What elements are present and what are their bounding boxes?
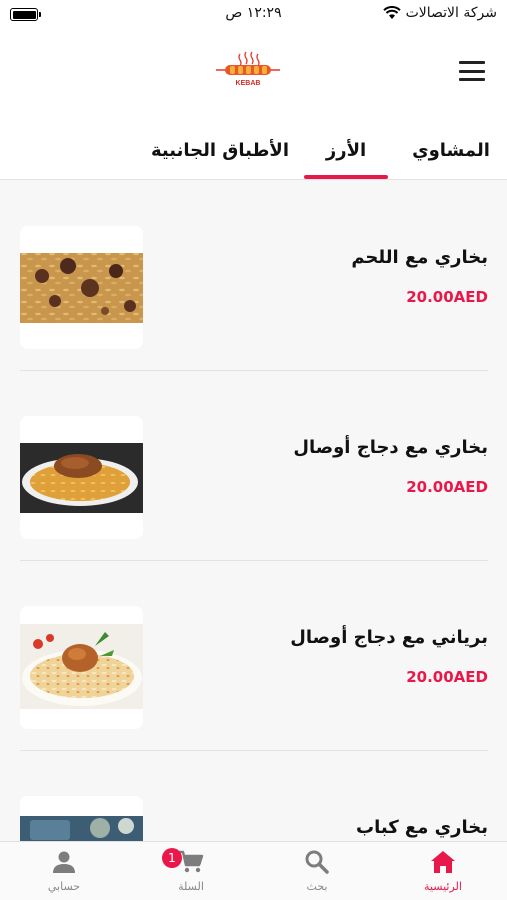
item-name: بخاري مع دجاج أوصال	[293, 437, 488, 458]
nav-cart-label: السلة	[178, 880, 204, 893]
search-icon	[305, 850, 329, 874]
item-price: 20.00AED	[406, 288, 488, 306]
status-bar: شركة الاتصالات ١٢:٢٩ ص	[0, 0, 507, 30]
list-item[interactable]: بخاري مع اللحم 20.00AED	[20, 181, 488, 371]
tab-grills[interactable]: المشاوي	[411, 140, 491, 161]
kebab-logo: KEBAB	[213, 50, 283, 90]
menu-items-list[interactable]: بخاري مع اللحم 20.00AED بخاري مع دجاج أو…	[0, 181, 507, 841]
item-name: برياني مع دجاج أوصال	[290, 627, 488, 648]
item-image	[20, 416, 143, 539]
nav-account-label: حسابي	[47, 880, 81, 893]
list-item[interactable]: بخاري مع دجاج أوصال 20.00AED	[20, 371, 488, 561]
cart-icon	[179, 850, 204, 873]
logo-text: KEBAB	[236, 80, 261, 87]
nav-search-label: بحث	[306, 880, 328, 893]
item-image	[20, 226, 143, 349]
menu-button[interactable]	[459, 61, 485, 81]
list-item[interactable]: بخاري مع كباب	[20, 751, 488, 841]
status-time: ١٢:٢٩ ص	[225, 5, 282, 21]
category-tabs: المشاوي الأرز الأطباق الجانبية	[0, 115, 507, 180]
nav-home[interactable]: الرئيسية	[398, 848, 488, 898]
nav-home-label: الرئيسية	[424, 880, 462, 893]
home-icon	[431, 851, 455, 873]
item-price: 20.00AED	[406, 478, 488, 496]
hamburger-menu-icon	[459, 61, 485, 64]
nav-cart[interactable]: 1 السلة	[146, 848, 236, 898]
item-price: 20.00AED	[406, 668, 488, 686]
item-name: بخاري مع كباب	[356, 817, 488, 838]
list-item[interactable]: برياني مع دجاج أوصال 20.00AED	[20, 561, 488, 751]
bottom-navigation: الرئيسية بحث 1 السلة حسابي	[0, 841, 507, 900]
item-name: بخاري مع اللحم	[351, 247, 488, 268]
active-tab-indicator	[304, 175, 388, 179]
item-image	[20, 796, 143, 841]
app-header: KEBAB	[0, 30, 507, 115]
cart-badge: 1	[162, 848, 182, 868]
tab-side-dishes[interactable]: الأطباق الجانبية	[150, 140, 290, 161]
nav-search[interactable]: بحث	[272, 848, 362, 898]
tab-rice[interactable]: الأرز	[304, 140, 388, 161]
item-image	[20, 606, 143, 729]
user-icon	[53, 851, 75, 873]
nav-account[interactable]: حسابي	[19, 848, 109, 898]
battery-icon	[10, 8, 41, 21]
